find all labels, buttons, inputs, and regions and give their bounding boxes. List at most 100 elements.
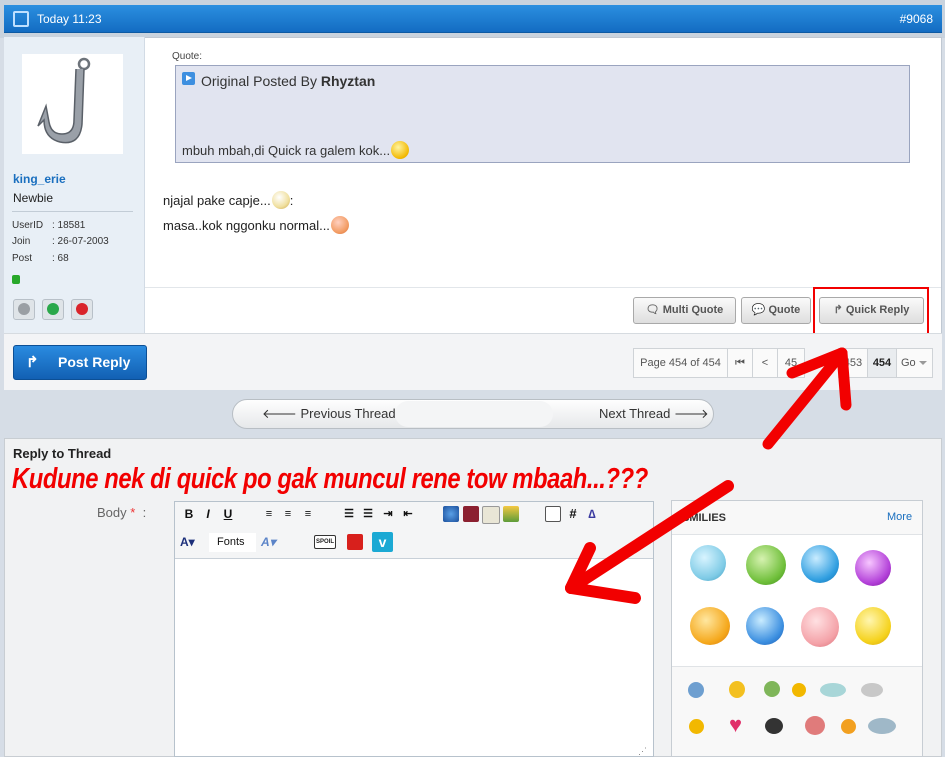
go-label: Go [901,357,916,369]
align-right-icon[interactable]: ≡ [300,506,316,522]
bold-icon[interactable]: B [181,506,197,522]
hashtag-icon[interactable]: # [565,506,581,522]
grin-smiley-icon [271,191,290,209]
smiley-yellow-icon[interactable] [855,607,891,645]
email-link-icon[interactable] [482,506,500,524]
post-reply-label: Post Reply [58,354,131,370]
fonts-dropdown[interactable]: Fonts [209,533,256,552]
smilies-more-link[interactable]: More [887,511,912,523]
previous-thread-label: Previous Thread [300,406,396,421]
report-alert-icon [76,303,88,315]
view-post-arrow-icon[interactable] [182,72,195,85]
reply-arrow-icon: ↱ [26,354,39,371]
go-button[interactable]: Go [896,348,933,378]
speech-bubbles-icon: 🗨 [645,304,660,316]
smiley-small-blush-icon[interactable] [841,719,856,734]
user-divider [12,211,133,212]
smiley-small-sad-icon[interactable] [689,719,704,734]
stat-value-userid: : 18581 [52,220,86,231]
body-label: Body * : [97,505,146,520]
smiley-small-group-icon[interactable] [820,683,846,697]
post-number-link[interactable]: #9068 [900,12,933,26]
smiley-laugh-icon[interactable] [690,607,730,645]
report-button[interactable] [71,299,93,320]
multi-quote-button[interactable]: 🗨 Multi Quote [633,297,736,324]
post-header: Today 11:23 #9068 [4,5,942,33]
underline-icon[interactable]: U [220,506,236,522]
outdent-icon[interactable]: ⇤ [400,506,416,522]
insert-image-icon[interactable] [503,506,519,522]
previous-thread-link[interactable]: 🡐 Previous Thread [262,406,396,422]
heart-icon[interactable]: ♥ [729,714,742,736]
code-icon[interactable]: ∆ [584,506,600,522]
youtube-icon[interactable] [347,534,363,550]
post-reply-button[interactable]: ↱ Post Reply [13,345,147,380]
message-text-1: njajal pake capje... [163,193,271,208]
current-page: 454 [867,348,897,378]
add-friend-button[interactable] [42,299,64,320]
quote-text: mbuh mbah,di Quick ra galem kok... [182,141,410,159]
stat-key-join: Join [12,236,31,247]
numbered-list-icon[interactable]: ☰ [360,506,376,522]
username-link[interactable]: king_erie [13,172,66,186]
align-center-icon[interactable]: ≡ [280,506,296,522]
unlink-icon[interactable] [463,506,479,522]
fish-hook-avatar-image [37,57,91,144]
surprised-smiley-icon [391,141,410,159]
smiley-small-alien-icon[interactable] [764,681,780,697]
user-profile-icon [18,303,30,315]
smiley-purple-icon[interactable] [855,550,891,586]
quote-button[interactable]: 💬 Quote [741,297,811,324]
smilies-title: SMILIES [682,512,727,524]
quote-insert-icon[interactable] [545,506,561,522]
bullet-list-icon[interactable]: ☰ [341,506,357,522]
spoiler-icon[interactable]: SPOIL [314,535,336,549]
smiley-blue-grin-icon[interactable] [801,545,839,583]
smiley-monster-icon[interactable] [746,545,786,585]
quote-header: Original Posted By Rhyztan [201,73,375,89]
stat-key-userid: UserID [12,220,44,231]
smiley-small-confused-icon[interactable] [729,681,745,698]
page-link-prev[interactable]: 45 [777,348,805,378]
smiley-small-sign-icon[interactable] [868,718,896,734]
next-thread-link[interactable]: Next Thread 🡒 [599,406,709,422]
quote-author: Rhyztan [320,73,376,89]
smiley-small-wink-icon[interactable] [792,683,806,697]
required-mark: * [130,505,136,520]
user-rank: Newbie [13,191,54,205]
smiley-shocked-icon[interactable] [690,545,726,581]
arrow-right-icon: 🡒 [673,406,709,421]
avatar[interactable] [22,54,123,154]
arrow-left-icon: 🡐 [262,406,297,421]
prev-page-button[interactable]: < [752,348,778,378]
resize-handle-icon[interactable]: ⋰ [638,746,647,757]
message-line-1: njajal pake capje...: [163,191,293,209]
smiley-small-ghost-icon[interactable] [861,683,883,697]
link-globe-icon[interactable] [443,506,459,522]
smiley-small-crying-icon[interactable] [805,716,825,735]
smiley-small-sleepy-icon[interactable] [688,682,704,698]
align-left-icon[interactable]: ≡ [261,506,277,522]
profile-button[interactable] [13,299,35,320]
smiley-pink-girl-icon[interactable] [801,607,839,647]
online-status-icon [12,275,20,284]
vimeo-icon[interactable]: v [372,532,393,552]
italic-icon[interactable]: I [200,506,216,522]
stat-value-join: : 26-07-2003 [52,236,109,247]
body-label-text: Body [97,505,127,520]
smiley-small-ninja-icon[interactable] [765,718,783,734]
font-size-icon[interactable]: A▾ [261,534,285,550]
next-thread-label: Next Thread [599,406,671,421]
page-count: Page 454 of 454 [633,348,728,378]
checkbox-icon[interactable] [13,11,29,27]
font-color-icon[interactable]: A▾ [180,534,202,550]
first-page-button[interactable]: ⏮ [727,348,753,378]
page-link-453[interactable]: 453 [838,348,868,378]
quote-label: Quote [768,304,801,316]
quote-label: Quote: [172,51,203,62]
annotation-text: Kudune nek di quick po gak muncul rene t… [12,463,648,495]
stat-key-post: Post [12,253,33,264]
smiley-blue-dizzy-icon[interactable] [746,607,784,645]
indent-icon[interactable]: ⇥ [380,506,396,522]
quote-text-content: mbuh mbah,di Quick ra galem kok... [182,143,391,158]
